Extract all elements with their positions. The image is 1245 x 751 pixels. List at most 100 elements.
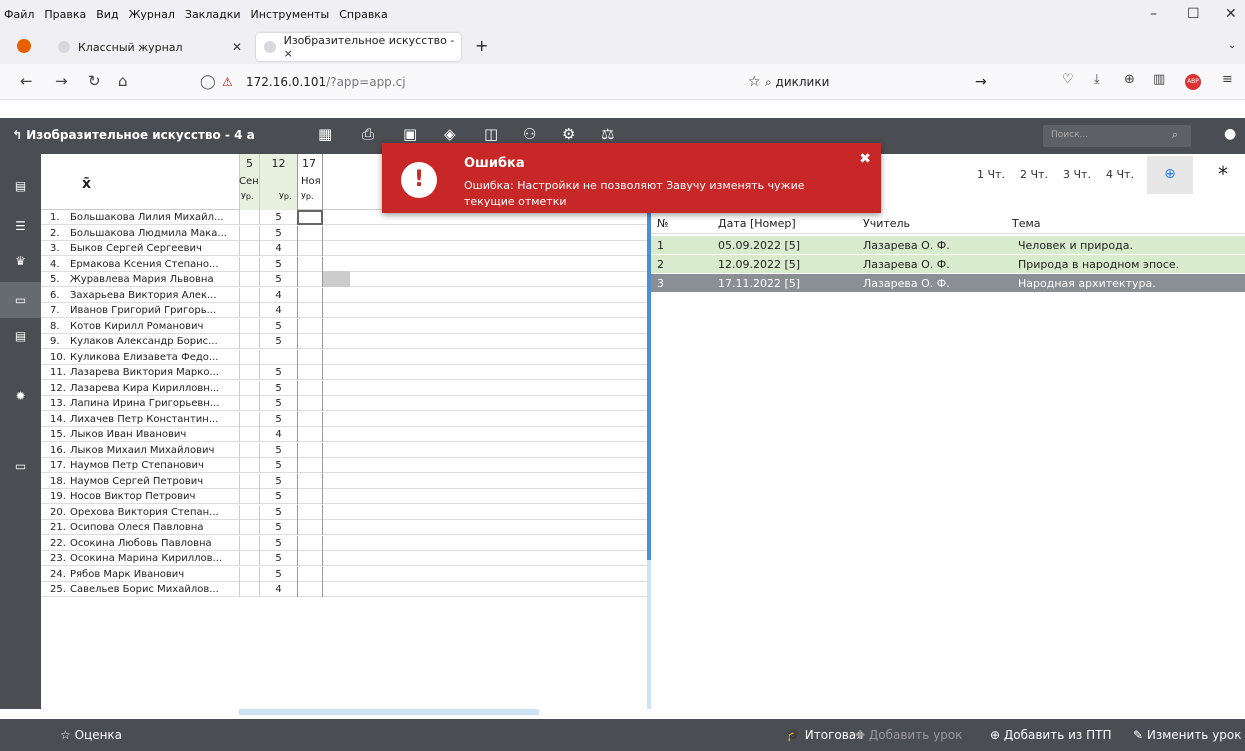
mark-cell[interactable]: 5 bbox=[259, 551, 297, 566]
mark-cell[interactable]: 5 bbox=[259, 566, 297, 582]
cube-icon[interactable]: ◈ bbox=[444, 125, 456, 143]
mark-cell[interactable] bbox=[297, 365, 323, 380]
final-button[interactable]: 🎓 Итоговая bbox=[786, 728, 863, 742]
mark-cell[interactable]: 5 bbox=[259, 458, 297, 473]
new-tab-icon[interactable]: + bbox=[475, 36, 488, 55]
mark-cell[interactable] bbox=[239, 334, 259, 349]
crown-icon[interactable]: ♛ bbox=[0, 243, 41, 279]
mark-cell[interactable] bbox=[297, 334, 323, 349]
mark-cell[interactable] bbox=[297, 551, 323, 566]
student-row[interactable]: 19. Носов Виктор Петрович 5 bbox=[41, 489, 647, 504]
mark-cell[interactable] bbox=[239, 473, 259, 489]
mark-cell[interactable] bbox=[297, 210, 323, 225]
list-icon[interactable]: ☰ bbox=[0, 208, 41, 244]
mark-cell[interactable] bbox=[297, 256, 323, 272]
lesson-row[interactable]: 3 17.11.2022 [5] Лазарева О. Ф. Народная ар… bbox=[651, 274, 1245, 292]
mark-cell[interactable]: 5 bbox=[259, 210, 297, 225]
mark-cell[interactable] bbox=[297, 318, 323, 334]
student-row[interactable]: 9. Кулаков Александр Борис... 5 bbox=[41, 334, 647, 349]
mark-cell[interactable]: 5 bbox=[259, 225, 297, 241]
bookmark-star-icon[interactable]: ☆ bbox=[748, 74, 761, 90]
student-row[interactable]: 24. Рябов Марк Иванович 5 bbox=[41, 566, 647, 582]
mark-cell[interactable]: 4 bbox=[259, 427, 297, 442]
download-icon[interactable]: ⤓ bbox=[1094, 72, 1100, 87]
menu-history[interactable]: Журнал bbox=[129, 8, 175, 21]
reader-icon[interactable]: ▥ bbox=[1153, 72, 1165, 87]
mark-cell[interactable] bbox=[297, 473, 323, 489]
student-row[interactable]: 20. Орехова Виктория Степан... 5 bbox=[41, 504, 647, 520]
home-icon[interactable]: ⌂ bbox=[118, 72, 128, 90]
grade-button[interactable]: ☆ Оценка bbox=[60, 728, 122, 742]
tab-art[interactable]: Изобразительное искусство - × bbox=[256, 33, 461, 61]
student-row[interactable]: 23. Осокина Марина Кириллов... 5 bbox=[41, 551, 647, 566]
columns-icon[interactable]: ◫ bbox=[484, 125, 498, 143]
grid-col-header-17[interactable]: 17 Ноя Ур. bbox=[297, 154, 323, 210]
selected-cell[interactable] bbox=[323, 271, 350, 287]
list-tabs-icon[interactable]: ⌄ bbox=[1228, 40, 1236, 51]
mark-cell[interactable]: 5 bbox=[259, 272, 297, 287]
student-row[interactable]: 4. Ермакова Ксения Степано... 5 bbox=[41, 256, 647, 272]
address-bar[interactable]: ◯ ⚠ 172.16.0.101/?app=app.cj ☆ ⌕ диклики… bbox=[200, 68, 1000, 96]
mark-cell[interactable] bbox=[297, 272, 323, 287]
mark-cell[interactable] bbox=[297, 349, 323, 365]
close-icon[interactable]: ✖ bbox=[859, 151, 871, 167]
grid-icon[interactable]: ▦ bbox=[318, 125, 332, 143]
mark-cell[interactable] bbox=[239, 458, 259, 473]
student-row[interactable]: 21. Осипова Олеся Павловна 5 bbox=[41, 520, 647, 535]
mark-cell[interactable] bbox=[239, 396, 259, 411]
mark-cell[interactable] bbox=[239, 256, 259, 272]
mark-cell[interactable] bbox=[239, 272, 259, 287]
student-row[interactable]: 7. Иванов Григорий Григорь... 4 bbox=[41, 303, 647, 318]
mark-cell[interactable] bbox=[239, 442, 259, 458]
mark-cell[interactable]: 5 bbox=[259, 473, 297, 489]
mark-cell[interactable] bbox=[239, 287, 259, 303]
student-row[interactable]: 2. Большакова Людмила Мака... 5 bbox=[41, 225, 647, 241]
add-lesson-button[interactable]: ✚ Добавить урок bbox=[855, 728, 962, 742]
student-row[interactable]: 10. Куликова Елизавета Федо... bbox=[41, 349, 647, 365]
close-window-icon[interactable]: ✕ bbox=[1225, 6, 1237, 22]
print-icon[interactable]: ⎙ bbox=[362, 125, 374, 143]
mark-cell[interactable]: 5 bbox=[259, 318, 297, 334]
student-row[interactable]: 15. Лыков Иван Иванович 4 bbox=[41, 427, 647, 442]
student-row[interactable]: 13. Лапина Ирина Григорьевн... 5 bbox=[41, 396, 647, 411]
student-row[interactable]: 3. Быков Сергей Сергеевич 4 bbox=[41, 241, 647, 256]
mark-cell[interactable]: 4 bbox=[259, 287, 297, 303]
lesson-row[interactable]: 1 05.09.2022 [5] Лазарева О. Ф. Человек и п… bbox=[651, 236, 1245, 254]
student-row[interactable]: 12. Лазарева Кира Кирилловн... 5 bbox=[41, 380, 647, 396]
search-box[interactable]: ⌕ диклики bbox=[765, 75, 829, 90]
mark-cell[interactable] bbox=[239, 411, 259, 427]
app-title[interactable]: ↰ Изобразительное искусство - 4 а bbox=[12, 128, 255, 142]
settings-icon[interactable]: ⚙ bbox=[562, 125, 575, 143]
mark-cell[interactable] bbox=[239, 365, 259, 380]
mark-cell[interactable] bbox=[239, 551, 259, 566]
mark-cell[interactable] bbox=[297, 582, 323, 597]
id-card-icon[interactable]: ▭ bbox=[0, 448, 41, 484]
mark-cell[interactable] bbox=[239, 520, 259, 535]
mark-cell[interactable] bbox=[297, 427, 323, 442]
student-row[interactable]: 25. Савельев Борис Михайлов... 4 bbox=[41, 582, 647, 597]
mark-cell[interactable] bbox=[239, 427, 259, 442]
student-row[interactable]: 6. Захарьева Виктория Алек... 4 bbox=[41, 287, 647, 303]
add-ptp-button[interactable]: ⊕ Добавить из ПТП bbox=[990, 728, 1111, 742]
student-row[interactable]: 18. Наумов Сергей Петрович 5 bbox=[41, 473, 647, 489]
firefox-icon[interactable] bbox=[17, 39, 31, 53]
menu-tools[interactable]: Инструменты bbox=[251, 8, 330, 21]
users-icon[interactable]: ⚇ bbox=[523, 125, 536, 143]
student-row[interactable]: 16. Лыков Михаил Михайлович 5 bbox=[41, 442, 647, 458]
mark-cell[interactable]: 4 bbox=[259, 241, 297, 256]
mark-cell[interactable]: 5 bbox=[259, 489, 297, 504]
mark-cell[interactable] bbox=[239, 566, 259, 582]
mark-cell[interactable]: 5 bbox=[259, 334, 297, 349]
tab-quarter-1[interactable]: 1 Чт. bbox=[977, 168, 1005, 181]
error-notification[interactable]: ! Ошибка Ошибка: Настройки не позволяют … bbox=[382, 143, 881, 213]
menu-edit[interactable]: Правка bbox=[44, 8, 86, 21]
mark-cell[interactable] bbox=[297, 303, 323, 318]
grid-horizontal-scrollbar[interactable] bbox=[41, 709, 647, 717]
minimize-icon[interactable]: – bbox=[1150, 6, 1157, 22]
mark-cell[interactable]: 5 bbox=[259, 411, 297, 427]
app-search-input[interactable]: Поиск... bbox=[1043, 125, 1191, 147]
mark-cell[interactable] bbox=[239, 535, 259, 551]
mark-cell[interactable]: 5 bbox=[259, 365, 297, 380]
hamburger-menu-icon[interactable]: ≡ bbox=[1222, 72, 1233, 87]
excel-export-icon[interactable]: x̄ bbox=[82, 176, 91, 192]
